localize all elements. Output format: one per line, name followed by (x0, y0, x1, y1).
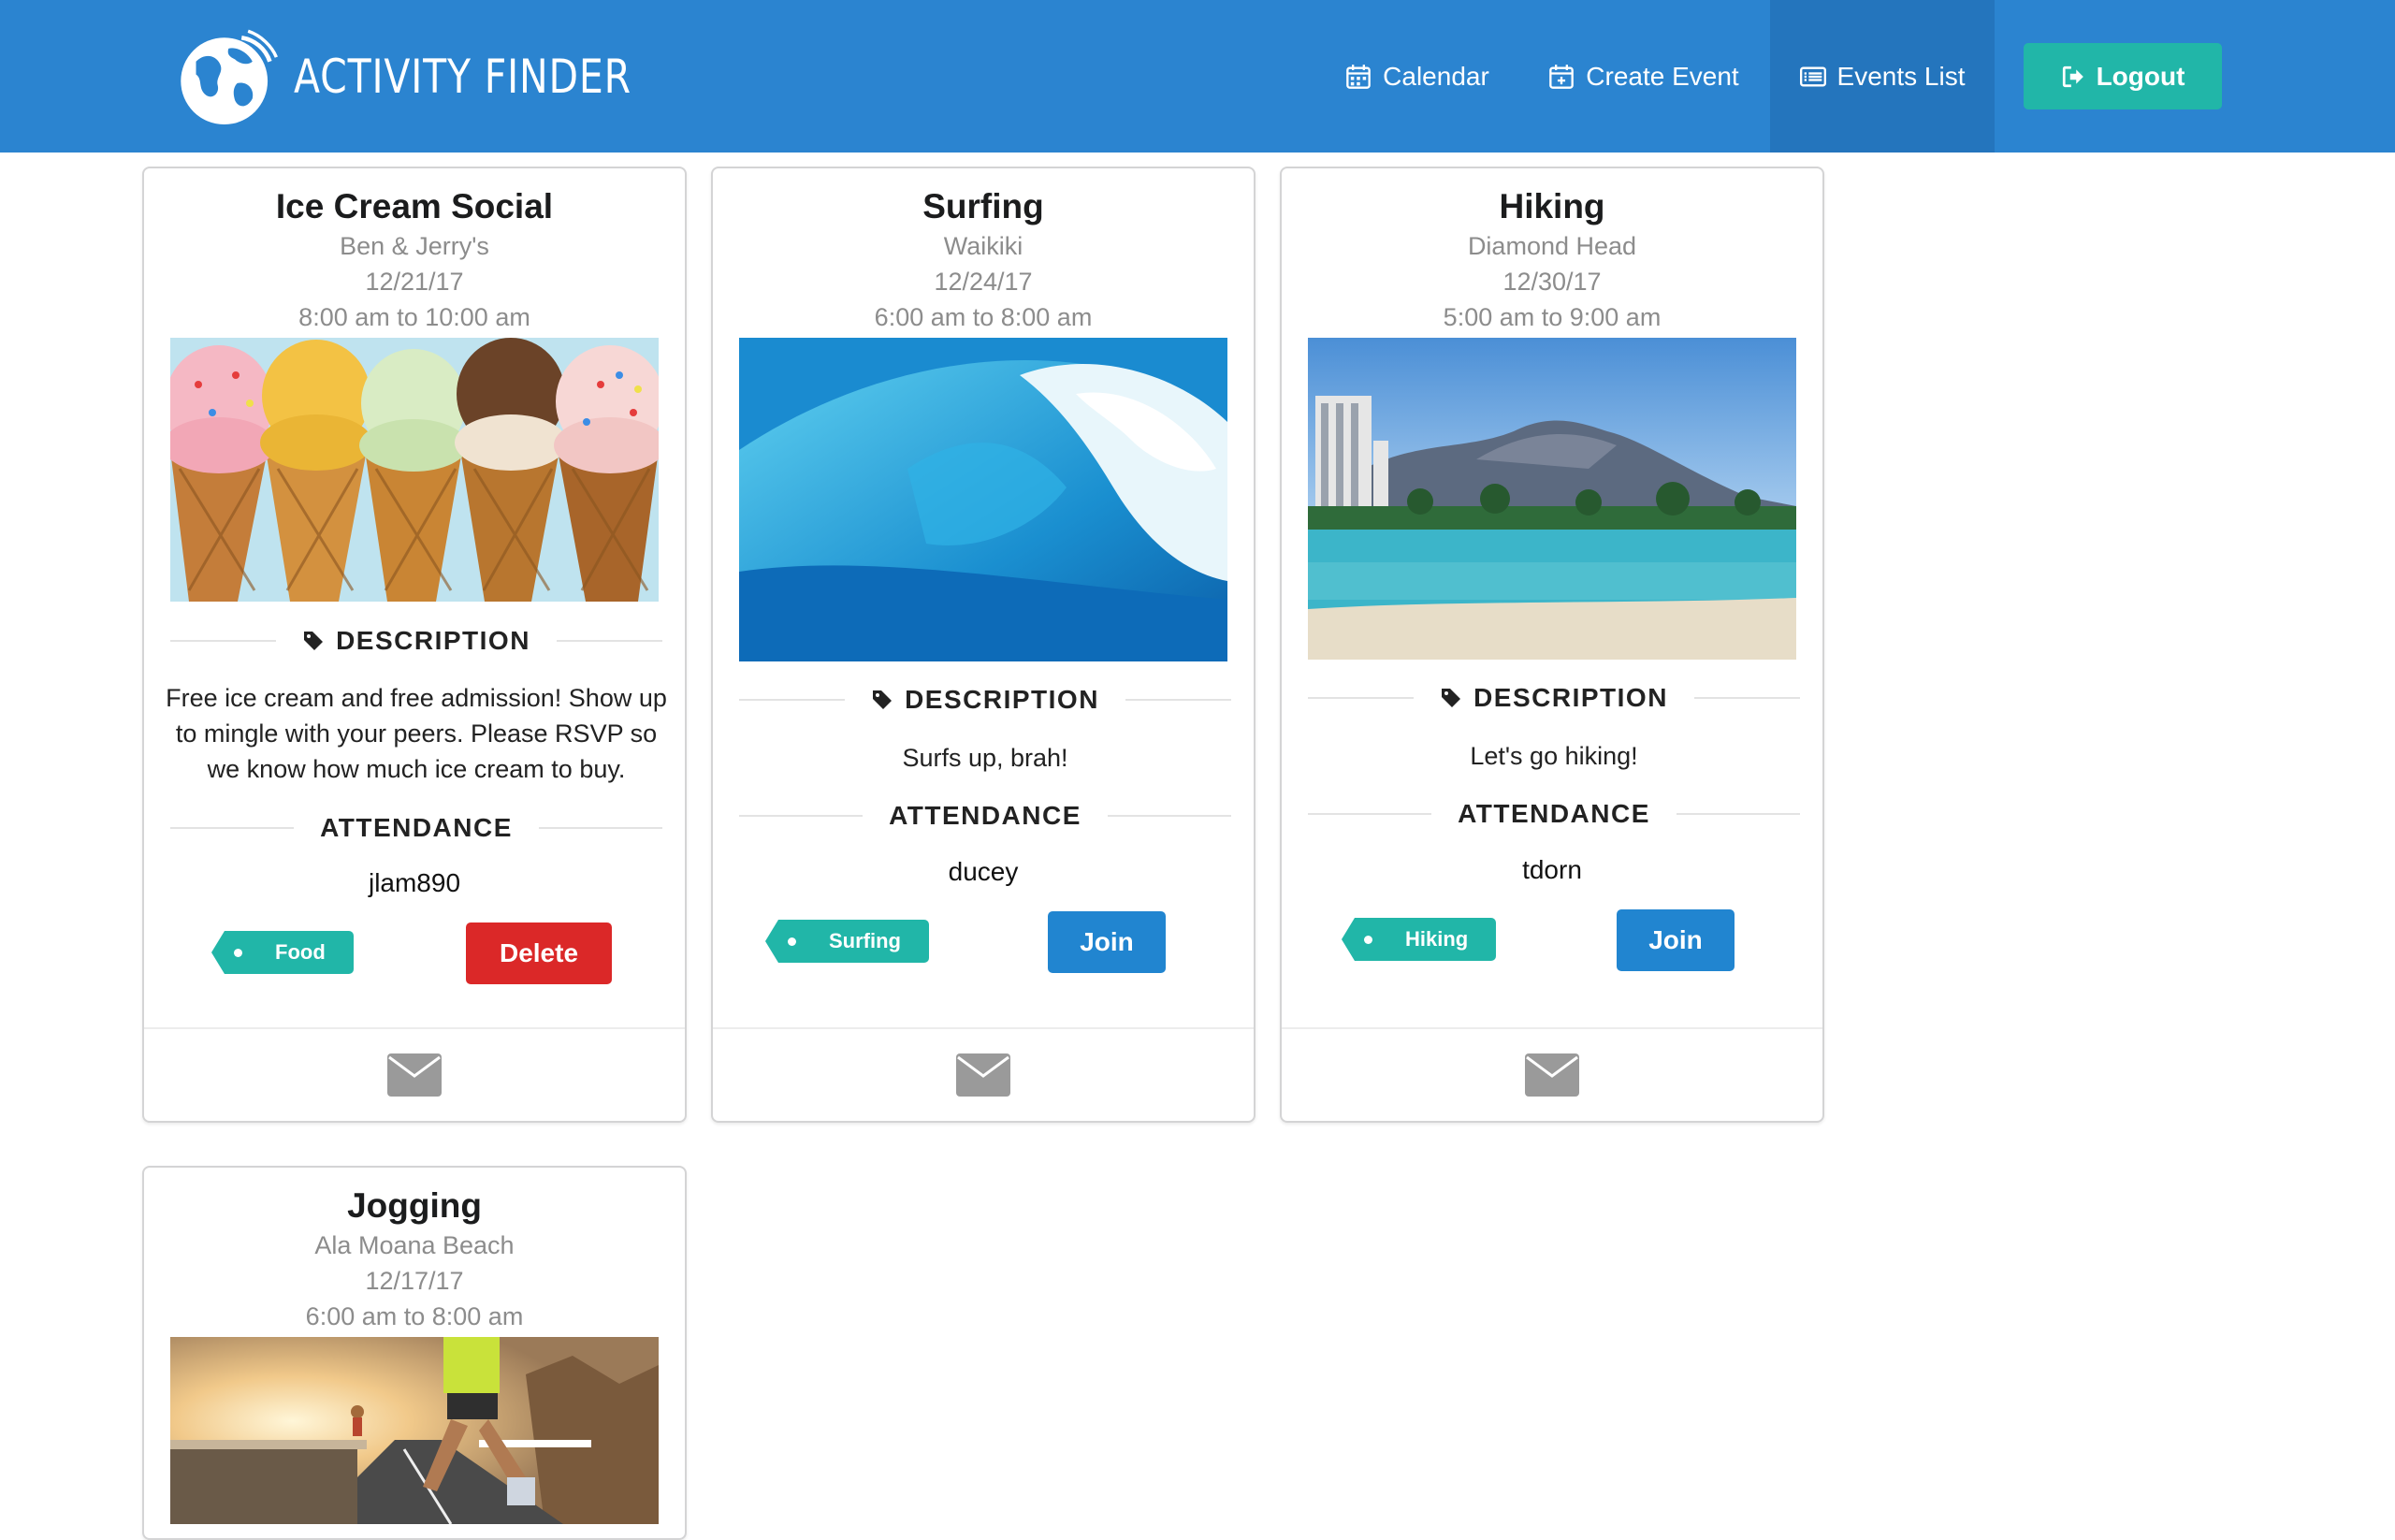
event-card: Jogging Ala Moana Beach 12/17/17 6:00 am… (142, 1166, 687, 1540)
event-time: 8:00 am to 10:00 am (298, 303, 530, 331)
brand-name: ACTIVITY FINDER (294, 50, 631, 104)
list-icon (1799, 66, 1826, 86)
description-divider: DESCRIPTION (170, 622, 663, 660)
event-location: Waikiki (943, 232, 1023, 260)
attendance-divider: ATTENDANCE (739, 797, 1231, 835)
event-date: 12/17/17 (365, 1267, 464, 1295)
card-footer (713, 1027, 1254, 1121)
attendance-heading: ATTENDANCE (1458, 799, 1650, 828)
event-date: 12/21/17 (365, 268, 464, 296)
event-title: Surfing (922, 187, 1044, 225)
envelope-icon[interactable] (956, 1053, 1010, 1097)
nav-create-event[interactable]: Create Event (1536, 0, 1751, 153)
tag-icon (873, 690, 893, 709)
description-divider: DESCRIPTION (1308, 679, 1801, 717)
attendance-divider: ATTENDANCE (170, 809, 662, 847)
delete-button[interactable]: Delete (466, 923, 612, 984)
attendance-divider: ATTENDANCE (1308, 795, 1800, 833)
join-button[interactable]: Join (1617, 909, 1735, 971)
event-image (1308, 338, 1796, 660)
event-image (170, 1337, 659, 1524)
event-attendees: ducey (948, 857, 1019, 886)
event-card: Ice Cream Social Ben & Jerry's 12/21/17 … (142, 167, 687, 1123)
event-card: Surfing Waikiki 12/24/17 6:00 am to 8:00… (711, 167, 1256, 1123)
description-heading: DESCRIPTION (1473, 683, 1668, 712)
event-title: Hiking (1499, 187, 1605, 225)
card-footer (1282, 1027, 1822, 1121)
nav-create-event-label: Create Event (1586, 61, 1739, 91)
sign-out-icon (2062, 65, 2083, 87)
event-title: Ice Cream Social (275, 187, 554, 225)
description-heading: DESCRIPTION (336, 626, 530, 655)
calendar-icon (1346, 64, 1372, 89)
globe-icon (181, 29, 278, 125)
calendar-plus-icon (1549, 64, 1575, 89)
nav-events-list[interactable]: Events List (1770, 0, 1995, 153)
nav-calendar[interactable]: Calendar (1338, 0, 1497, 153)
event-description: Let's go hiking! (1470, 742, 1638, 770)
tag-icon (1442, 689, 1461, 707)
category-tag[interactable]: Surfing (765, 920, 929, 963)
tag-icon (304, 632, 324, 650)
card-footer (144, 1027, 685, 1121)
attendance-heading: ATTENDANCE (889, 801, 1081, 830)
event-description: Free ice cream and free admission! Show … (166, 684, 667, 783)
event-time: 6:00 am to 8:00 am (305, 1302, 524, 1330)
event-card: Hiking Diamond Head 12/30/17 5:00 am to … (1280, 167, 1824, 1123)
attendance-heading: ATTENDANCE (320, 813, 513, 842)
event-date: 12/24/17 (934, 268, 1033, 296)
description-heading: DESCRIPTION (905, 685, 1099, 714)
event-image (170, 338, 659, 602)
join-button[interactable]: Join (1048, 911, 1166, 973)
envelope-icon[interactable] (387, 1053, 442, 1097)
nav-calendar-label: Calendar (1383, 61, 1489, 91)
event-description: Surfs up, brah! (902, 744, 1068, 772)
top-navbar: ACTIVITY FINDER Calendar Create Event Ev… (0, 0, 2395, 153)
logout-button[interactable]: Logout (2024, 43, 2222, 109)
event-date: 12/30/17 (1502, 268, 1602, 296)
description-divider: DESCRIPTION (739, 681, 1232, 719)
category-tag[interactable]: Hiking (1341, 918, 1497, 961)
event-attendees: tdorn (1522, 855, 1582, 884)
logout-label: Logout (2096, 61, 2185, 91)
event-title: Jogging (347, 1186, 482, 1225)
event-location: Ben & Jerry's (340, 232, 489, 260)
event-time: 5:00 am to 9:00 am (1443, 303, 1662, 331)
category-tag[interactable]: Food (211, 931, 354, 974)
event-image (739, 338, 1227, 661)
brand-logo-link[interactable]: ACTIVITY FINDER (172, 22, 705, 131)
event-location: Diamond Head (1467, 232, 1637, 260)
envelope-icon[interactable] (1525, 1053, 1579, 1097)
event-location: Ala Moana Beach (314, 1231, 515, 1259)
nav-events-list-label: Events List (1836, 61, 1966, 91)
event-attendees: jlam890 (368, 868, 461, 897)
event-time: 6:00 am to 8:00 am (874, 303, 1093, 331)
